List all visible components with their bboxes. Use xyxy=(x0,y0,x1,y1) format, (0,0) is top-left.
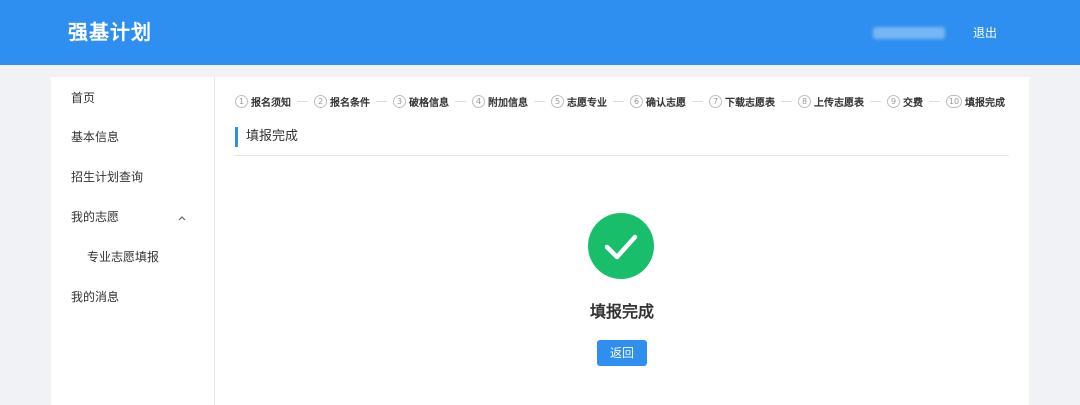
step-label: 交费 xyxy=(903,97,923,109)
step-item: 3 破格信息 xyxy=(393,94,449,109)
step-connector xyxy=(376,100,387,102)
section-divider xyxy=(235,155,1009,156)
step-label: 报名须知 xyxy=(251,97,291,109)
step-label: 填报完成 xyxy=(965,97,1005,109)
step-number: 4 xyxy=(472,94,485,108)
step-item: 1 报名须知 xyxy=(235,94,291,109)
step-number: 10 xyxy=(946,94,962,108)
brand-title: 强基计划 xyxy=(68,20,152,44)
sidebar-item-home[interactable]: 首页 xyxy=(71,89,95,107)
main-panel: 1 报名须知 2 报名条件 3 破格信息 4 附加信息 5 志愿专业 6 确认志愿 7 下载志愿表 8 上传志… xyxy=(215,77,1029,405)
step-connector xyxy=(692,100,703,102)
top-header: 强基计划 退出 xyxy=(0,0,1080,65)
logout-link[interactable]: 退出 xyxy=(973,24,997,42)
step-item: 2 报名条件 xyxy=(314,94,370,109)
step-number: 2 xyxy=(314,94,327,108)
step-label: 破格信息 xyxy=(409,97,449,109)
back-button[interactable]: 返回 xyxy=(597,340,647,366)
step-connector xyxy=(781,100,792,102)
step-item: 7 下载志愿表 xyxy=(709,94,775,109)
sidebar-item-my-choices[interactable]: 我的志愿 xyxy=(71,208,119,226)
step-connector xyxy=(929,100,940,102)
chevron-up-icon[interactable] xyxy=(177,213,187,223)
step-label: 志愿专业 xyxy=(567,97,607,109)
step-number: 3 xyxy=(393,94,406,108)
step-number: 6 xyxy=(630,94,643,108)
result-title: 填报完成 xyxy=(589,302,654,321)
step-number: 1 xyxy=(235,94,248,108)
sidebar-item-enrollment-plan[interactable]: 招生计划查询 xyxy=(71,168,143,186)
sidebar-item-messages[interactable]: 我的消息 xyxy=(71,288,119,306)
step-connector xyxy=(455,100,466,102)
step-connector xyxy=(534,100,545,102)
user-name-blurred xyxy=(873,27,945,39)
step-number: 5 xyxy=(551,94,564,108)
step-label: 下载志愿表 xyxy=(725,97,775,109)
step-item: 10 填报完成 xyxy=(946,94,1005,109)
step-number: 9 xyxy=(887,94,900,108)
step-connector xyxy=(870,100,881,102)
step-number: 8 xyxy=(798,94,811,108)
step-connector xyxy=(613,100,624,102)
step-number: 7 xyxy=(709,94,722,108)
sidebar-item-basic-info[interactable]: 基本信息 xyxy=(71,128,119,146)
sidebar: 首页 基本信息 招生计划查询 我的志愿 专业志愿填报 我的消息 xyxy=(51,77,215,405)
step-label: 报名条件 xyxy=(330,97,370,109)
step-item: 4 附加信息 xyxy=(472,94,528,109)
step-label: 上传志愿表 xyxy=(814,97,864,109)
step-item: 6 确认志愿 xyxy=(630,94,686,109)
sidebar-subitem-major-choice[interactable]: 专业志愿填报 xyxy=(87,248,159,266)
step-item: 5 志愿专业 xyxy=(551,94,607,109)
step-connector xyxy=(297,100,308,102)
success-icon xyxy=(588,213,654,279)
checkmark-icon xyxy=(604,234,638,260)
section-title: 填报完成 xyxy=(246,129,299,144)
step-progress: 1 报名须知 2 报名条件 3 破格信息 4 附加信息 5 志愿专业 6 确认志愿 7 下载志愿表 8 上传志… xyxy=(235,93,1005,109)
step-item: 9 交费 xyxy=(887,94,923,109)
step-item: 8 上传志愿表 xyxy=(798,94,864,109)
step-label: 附加信息 xyxy=(488,97,528,109)
section-title-accent xyxy=(235,127,238,147)
step-label: 确认志愿 xyxy=(646,97,686,109)
